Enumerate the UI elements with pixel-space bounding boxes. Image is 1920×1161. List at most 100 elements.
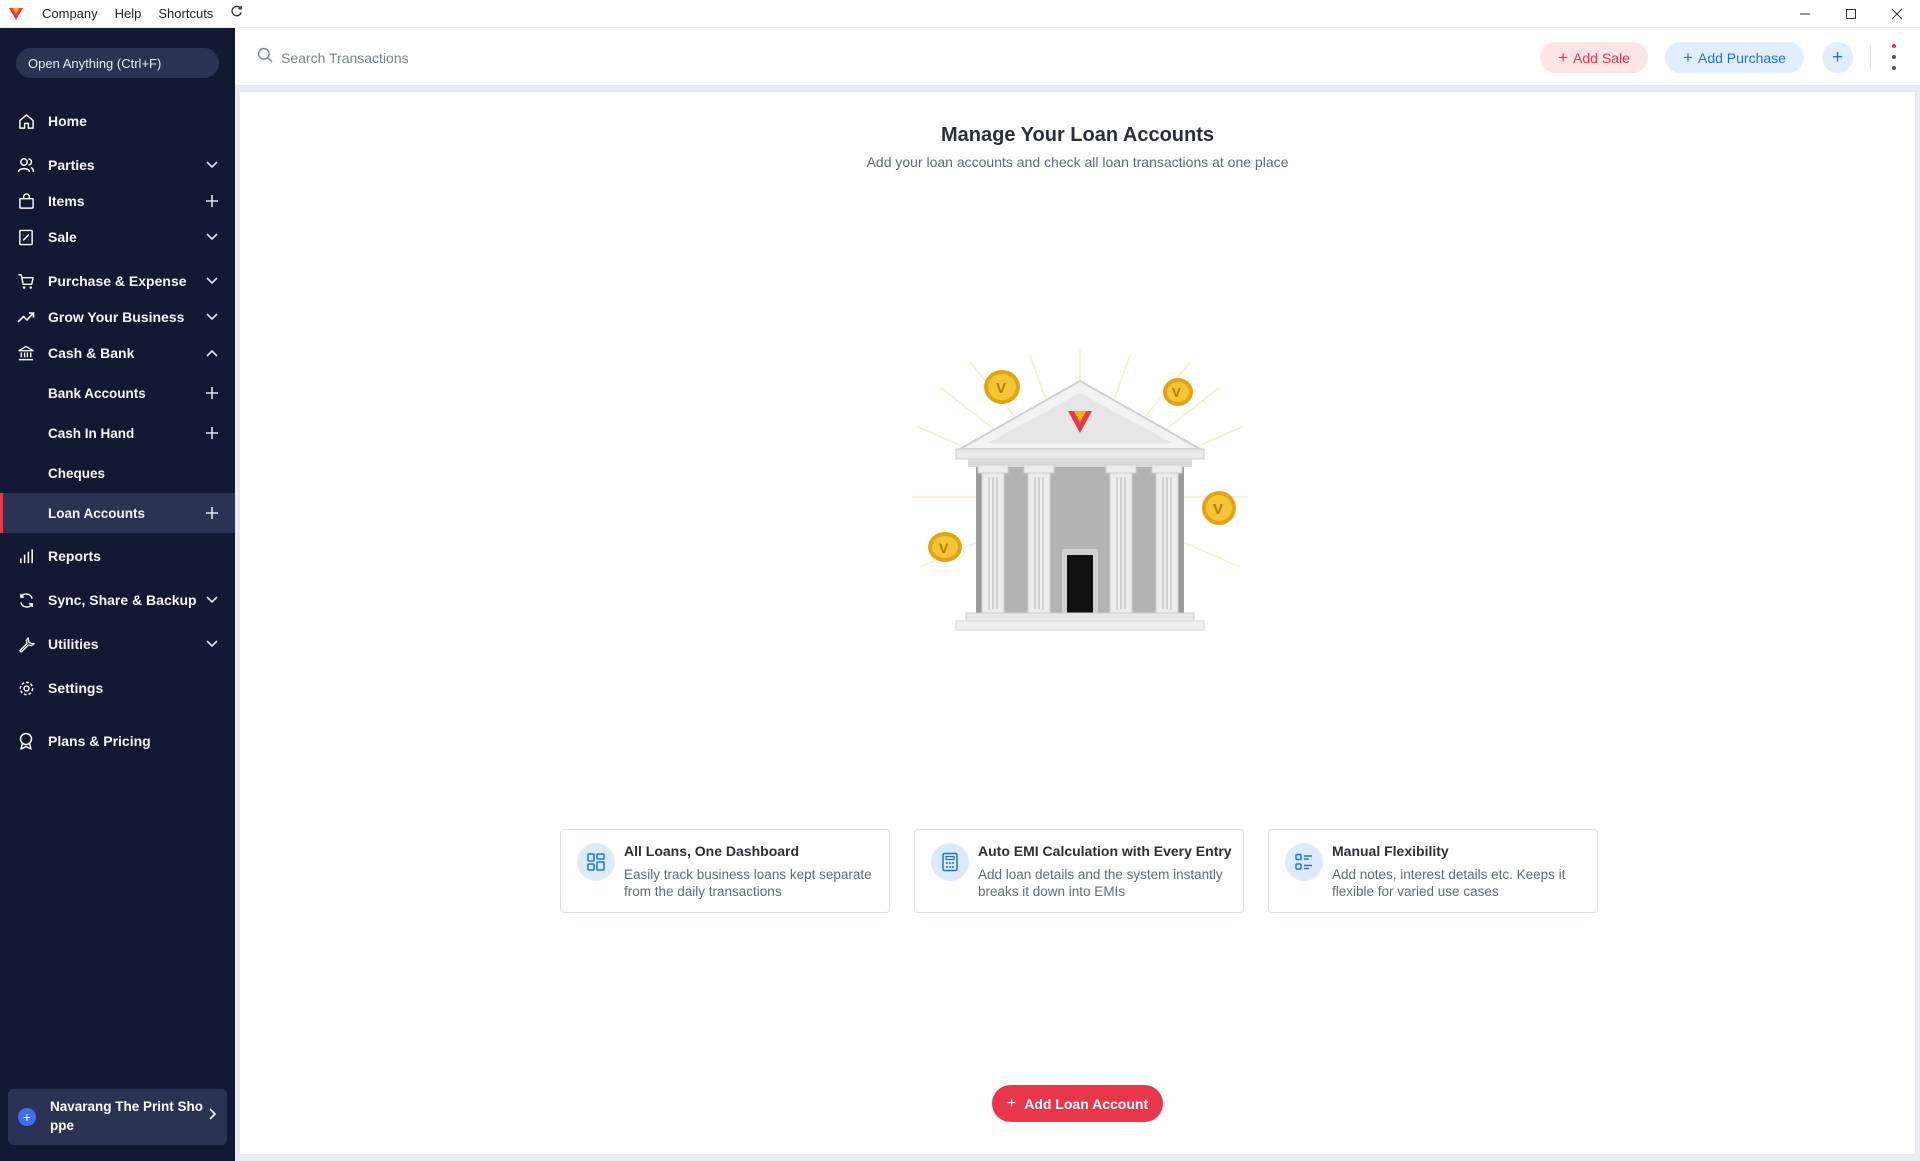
page-title: Manage Your Loan Accounts: [941, 124, 1214, 146]
add-purchase-button[interactable]: + Add Purchase: [1665, 42, 1804, 73]
sidebar-item-parties[interactable]: Parties: [0, 145, 235, 185]
sidebar-item-label: Items: [48, 193, 85, 209]
menu-help[interactable]: Help: [115, 6, 142, 21]
chevron-down-icon[interactable]: [205, 310, 219, 324]
search-input[interactable]: Search Transactions: [281, 50, 409, 66]
maximize-icon[interactable]: [1828, 0, 1874, 28]
sidebar-item-sync-share-backup[interactable]: Sync, Share & Backup: [0, 580, 235, 620]
search-icon: [257, 47, 273, 68]
plus-icon: +: [1006, 1094, 1017, 1112]
add-loan-account-label: Add Loan Account: [1024, 1095, 1149, 1112]
feature-card-title: Auto EMI Calculation with Every Entry: [978, 843, 1232, 859]
add-sale-button[interactable]: + Add Sale: [1540, 42, 1648, 73]
wrench-icon: [17, 635, 35, 653]
feature-cards: All Loans, One Dashboard Easily track bu…: [560, 829, 1600, 913]
close-icon[interactable]: [1874, 0, 1920, 28]
sidebar-item-label: Cash & Bank: [48, 345, 135, 361]
feature-card-desc: Add notes, interest details etc. Keeps i…: [1332, 867, 1566, 899]
coin-icon: V: [984, 370, 1020, 404]
feature-card-desc: Add loan details and the system instantl…: [978, 867, 1223, 899]
chevron-down-icon[interactable]: [205, 274, 219, 288]
sidebar-item-label: Utilities: [48, 636, 99, 652]
sidebar-item-cash-in-hand[interactable]: Cash In Hand: [0, 413, 235, 453]
svg-text:V: V: [996, 380, 1006, 397]
menu-company[interactable]: Company: [42, 6, 98, 21]
title-bar: Company Help Shortcuts: [0, 0, 1920, 28]
sidebar-item-label: Reports: [48, 548, 101, 564]
svg-text:V: V: [1172, 385, 1181, 400]
sidebar-item-home[interactable]: Home: [0, 101, 235, 141]
users-icon: [17, 156, 35, 174]
sidebar: Open Anything (Ctrl+F) Home Parties Item…: [0, 28, 235, 1161]
sidebar-item-cheques[interactable]: Cheques: [0, 453, 235, 493]
add-sale-label: Add Sale: [1573, 49, 1630, 66]
add-loan-account-button[interactable]: + Add Loan Account: [992, 1085, 1163, 1122]
chevron-down-icon[interactable]: [205, 230, 219, 244]
chevron-down-icon[interactable]: [205, 637, 219, 651]
bars-icon: [17, 547, 35, 565]
company-switcher[interactable]: + Navarang The Print Shoppe: [8, 1089, 227, 1145]
feature-card: Manual Flexibility Add notes, interest d…: [1268, 829, 1598, 913]
feature-card: Auto EMI Calculation with Every Entry Ad…: [914, 829, 1244, 913]
sidebar-item-label: Sale: [48, 229, 77, 245]
sidebar-item-label: Settings: [48, 680, 104, 696]
sidebar-item-grow-business[interactable]: Grow Your Business: [0, 297, 235, 337]
dashboard-icon: [577, 843, 615, 881]
svg-text:V: V: [1213, 501, 1223, 518]
calculator-icon: [931, 843, 969, 881]
sidebar-item-cash-bank[interactable]: Cash & Bank: [0, 333, 235, 373]
list-icon: [1285, 843, 1323, 881]
sidebar-item-settings[interactable]: Settings: [0, 668, 235, 708]
sidebar-item-label: Purchase & Expense: [48, 273, 187, 289]
bank-icon: [17, 344, 35, 362]
more-options-icon[interactable]: [1889, 44, 1899, 70]
chevron-down-icon[interactable]: [205, 158, 219, 172]
svg-text:V: V: [939, 540, 949, 556]
sidebar-item-label: Bank Accounts: [48, 385, 146, 401]
sidebar-item-loan-accounts[interactable]: Loan Accounts: [0, 493, 235, 533]
cart-icon: [17, 272, 35, 290]
feature-card-title: All Loans, One Dashboard: [624, 843, 800, 859]
page-subtitle: Add your loan accounts and check all loa…: [866, 154, 1289, 170]
minimize-icon[interactable]: [1782, 0, 1828, 28]
add-purchase-label: Add Purchase: [1697, 49, 1786, 66]
chevron-down-icon[interactable]: [205, 593, 219, 607]
home-icon: [17, 112, 35, 130]
sidebar-item-label: Parties: [48, 157, 95, 173]
trend-icon: [17, 308, 35, 326]
refresh-icon[interactable]: [230, 5, 243, 22]
sidebar-item-reports[interactable]: Reports: [0, 536, 235, 576]
feature-card-desc: Easily track business loans kept separat…: [624, 867, 872, 899]
plus-icon: +: [1683, 47, 1693, 67]
sidebar-item-label: Plans & Pricing: [48, 733, 151, 749]
sidebar-item-utilities[interactable]: Utilities: [0, 624, 235, 664]
sidebar-item-items[interactable]: Items: [0, 181, 235, 221]
open-anything-search[interactable]: Open Anything (Ctrl+F): [16, 48, 219, 78]
gear-icon: [17, 679, 35, 697]
receipt-icon: [17, 228, 35, 246]
sidebar-item-label: Cash In Hand: [48, 425, 135, 441]
sidebar-item-plans-pricing[interactable]: Plans & Pricing: [0, 721, 235, 761]
sidebar-item-bank-accounts[interactable]: Bank Accounts: [0, 373, 235, 413]
divider: [1870, 45, 1871, 70]
feature-card-title: Manual Flexibility: [1332, 843, 1449, 859]
plus-icon[interactable]: [205, 386, 219, 400]
plus-icon[interactable]: [205, 506, 219, 520]
badge-icon: [17, 732, 35, 750]
add-company-icon[interactable]: +: [18, 1108, 36, 1126]
search-transactions[interactable]: Search Transactions: [257, 47, 409, 68]
top-bar: Search Transactions + Add Sale + Add Pur…: [235, 28, 1920, 86]
sidebar-item-purchase-expense[interactable]: Purchase & Expense: [0, 261, 235, 301]
company-name: Navarang The Print Shoppe: [50, 1099, 204, 1133]
chevron-up-icon[interactable]: [205, 346, 219, 360]
sync-icon: [17, 591, 35, 609]
plus-icon: +: [1558, 47, 1569, 67]
chevron-right-icon[interactable]: [209, 1107, 217, 1124]
quick-add-button[interactable]: +: [1822, 42, 1853, 73]
menu-shortcuts[interactable]: Shortcuts: [158, 6, 213, 21]
plus-icon[interactable]: [205, 426, 219, 440]
main-content: Manage Your Loan Accounts Add your loan …: [239, 91, 1916, 1155]
sidebar-item-label: Home: [48, 113, 87, 129]
sidebar-item-sale[interactable]: Sale: [0, 217, 235, 257]
plus-icon[interactable]: [205, 194, 219, 208]
